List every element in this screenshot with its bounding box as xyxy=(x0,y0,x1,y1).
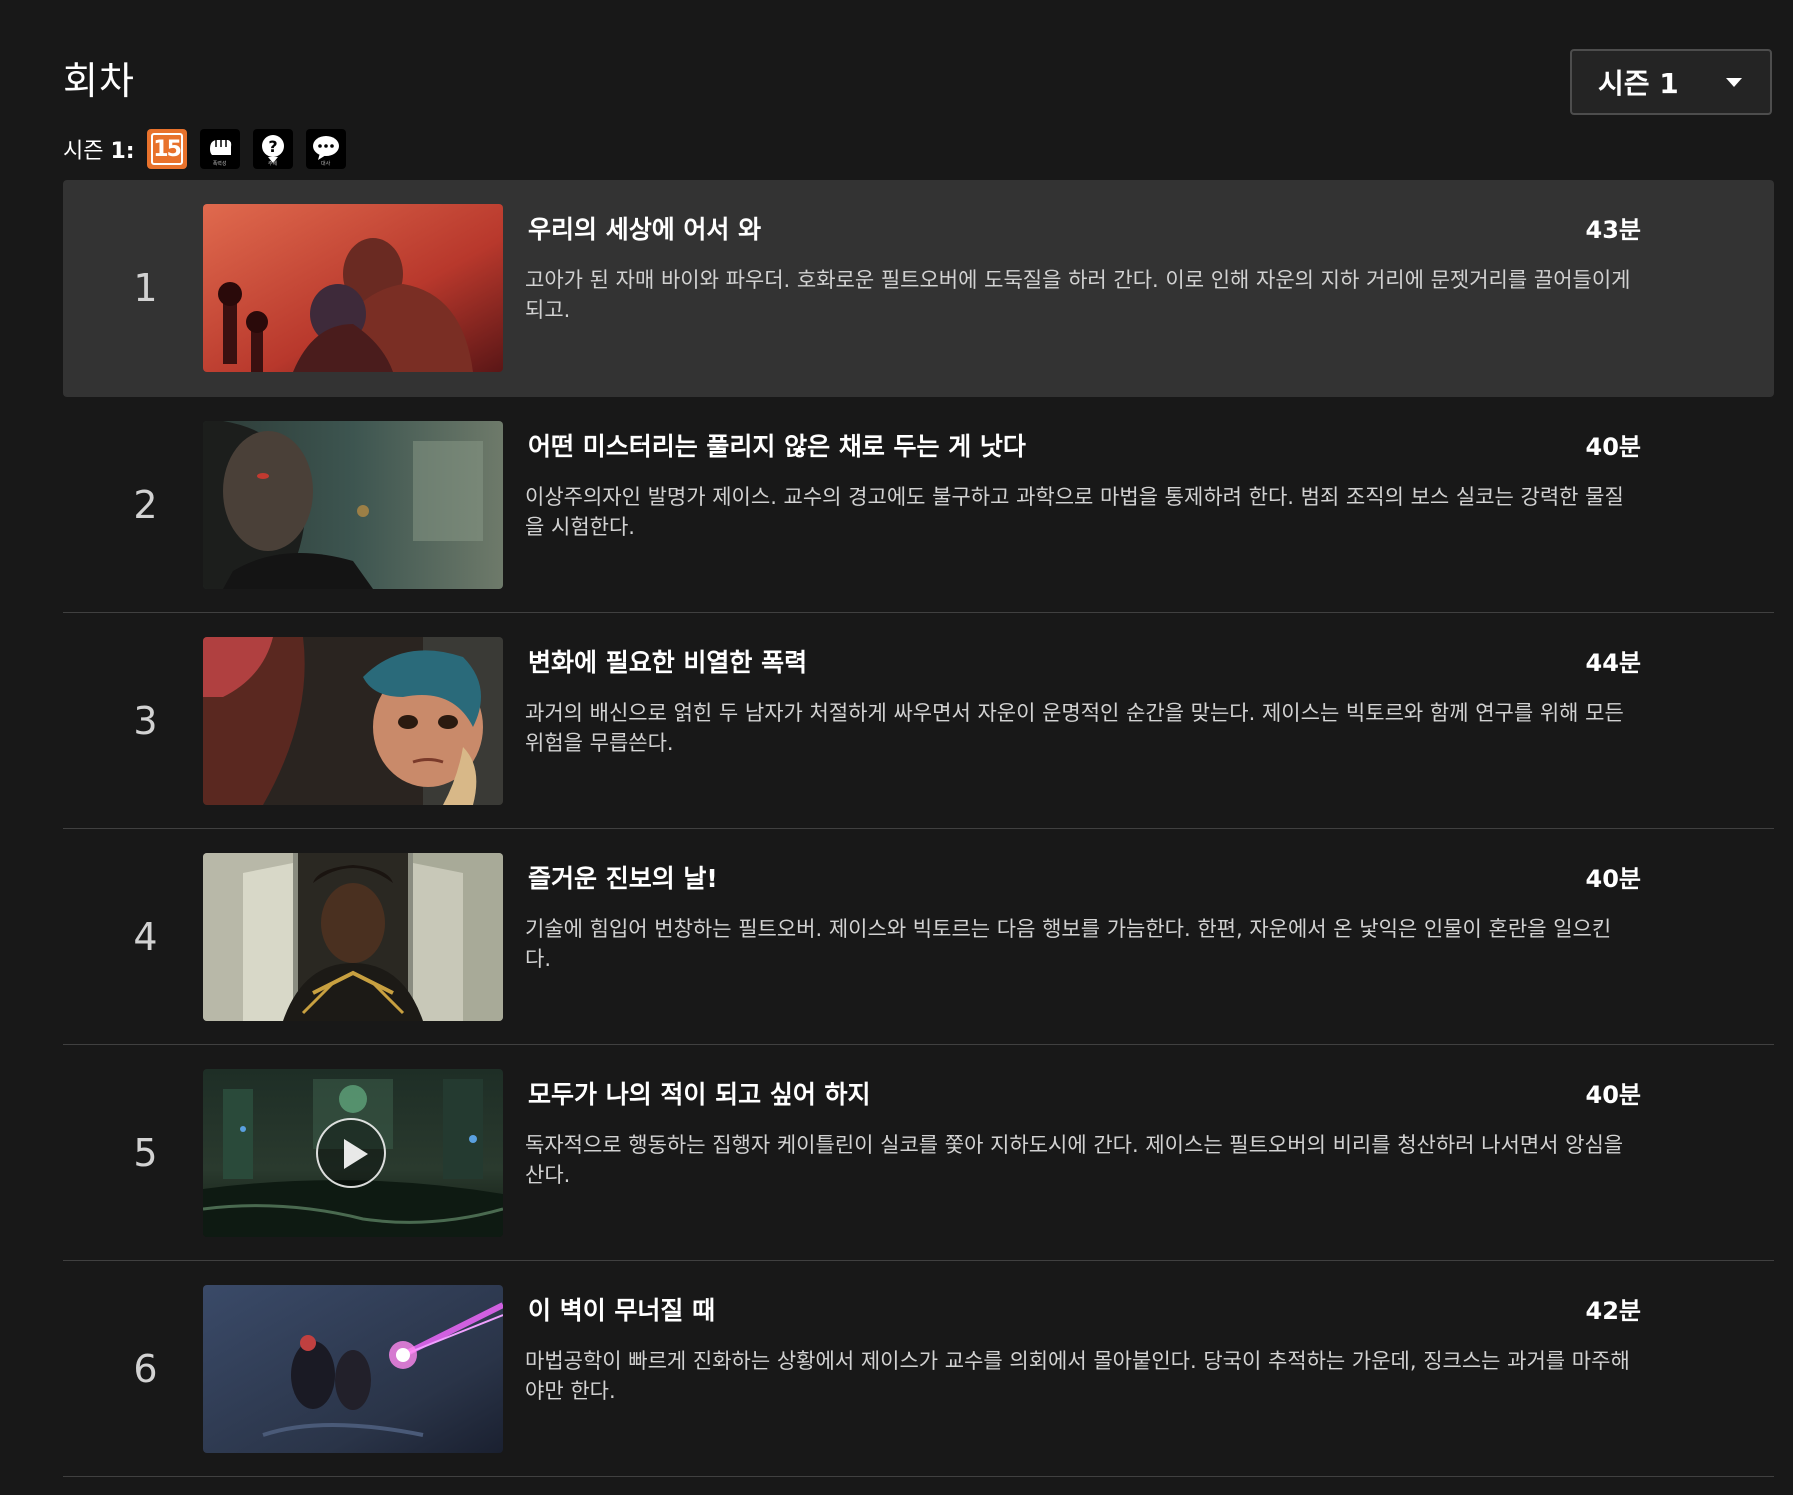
violence-caption: 폭력성 xyxy=(212,161,227,167)
episode-item[interactable]: 2 어떤 미스터리는 풀리지 않은 채로 두는 게 낫다 40분 이상주의자인 … xyxy=(63,397,1774,613)
episode-duration: 43분 xyxy=(1585,216,1641,244)
episode-thumbnail[interactable] xyxy=(203,1069,503,1237)
episode-duration: 42분 xyxy=(1585,1297,1641,1325)
episode-description: 고아가 된 자매 바이와 파우더. 호화로운 필트오버에 도둑질을 하러 간다.… xyxy=(525,268,1631,322)
episode-title: 즐거운 진보의 날! xyxy=(528,864,718,893)
theme-caption: 주제 xyxy=(267,161,278,167)
episode-item[interactable]: 5 모두가 나의 적이 되고 싶어 하지 40분 독자적으로 행동하는 집행자 … xyxy=(63,1045,1774,1261)
episode-thumbnail[interactable] xyxy=(203,421,503,589)
episode-duration: 40분 xyxy=(1585,433,1641,461)
episode-title: 변화에 필요한 비열한 폭력 xyxy=(528,648,808,677)
episode-item[interactable]: 1 우리의 세상에 어서 와 43분 고아가 된 자매 바이와 파우더. 호화로… xyxy=(63,180,1774,397)
rating-season-label: 시즌 1: xyxy=(63,133,135,165)
episode-title: 우리의 세상에 어서 와 xyxy=(528,215,762,244)
age-rating-value: 15 xyxy=(153,136,182,162)
episode-duration: 40분 xyxy=(1585,865,1641,893)
dialogue-caption: 대사 xyxy=(320,161,331,167)
episode-title: 모두가 나의 적이 되고 싶어 하지 xyxy=(528,1080,871,1109)
episode-duration: 44분 xyxy=(1585,649,1641,677)
rating-season-word: 시즌 xyxy=(63,139,104,164)
theme-question-icon: ? 주제 xyxy=(252,129,293,169)
episode-list: 1 우리의 세상에 어서 와 43분 고아가 된 자매 바이와 파우더. 호화로… xyxy=(63,180,1774,1477)
violence-fist-icon: 폭력성 xyxy=(199,129,240,169)
episode-thumbnail[interactable] xyxy=(203,1285,503,1453)
episode-thumbnail[interactable] xyxy=(203,204,503,372)
svg-text:?: ? xyxy=(268,137,277,156)
episode-description: 기술에 힘입어 번창하는 필트오버. 제이스와 빅토르는 다음 행보를 가늠한다… xyxy=(525,917,1612,971)
episode-item[interactable]: 6 이 벽이 무너질 때 42분 마법공학이 빠르게 진화하는 상황에서 제이스… xyxy=(63,1261,1774,1477)
section-title: 회차 xyxy=(63,59,135,103)
episode-title: 어떤 미스터리는 풀리지 않은 채로 두는 게 낫다 xyxy=(528,432,1026,461)
content-rating: 시즌 1: 15 폭력성 ? 주제 대사 xyxy=(63,128,359,170)
episode-title: 이 벽이 무너질 때 xyxy=(528,1296,716,1325)
season-dropdown-label: 시즌 1 xyxy=(1598,67,1679,100)
episodes-page: 회차 시즌 1 시즌 1: 15 폭력성 ? 주제 대사 1 우리의 세상에 어… xyxy=(0,0,1793,1495)
episode-description: 과거의 배신으로 얽힌 두 남자가 처절하게 싸우면서 자운이 운명적인 순간을… xyxy=(525,701,1624,755)
rating-season-number: 1: xyxy=(110,139,135,164)
episode-item[interactable]: 3 변화에 필요한 비열한 폭력 44분 과거의 배신으로 얽힌 두 남자가 처 xyxy=(63,613,1774,829)
dialogue-speech-icon: 대사 xyxy=(305,129,346,169)
play-icon[interactable] xyxy=(316,1118,386,1188)
episode-description: 이상주의자인 발명가 제이스. 교수의 경고에도 불구하고 과학으로 마법을 통… xyxy=(525,485,1624,539)
age-rating-badge: 15 xyxy=(146,129,187,169)
episode-description: 독자적으로 행동하는 집행자 케이틀린이 실코를 쫓아 지하도시에 간다. 제이… xyxy=(525,1133,1624,1187)
caret-down-icon xyxy=(1726,78,1742,87)
episode-thumbnail[interactable] xyxy=(203,853,503,1021)
episode-description: 마법공학이 빠르게 진화하는 상황에서 제이스가 교수를 의회에서 몰아붙인다.… xyxy=(525,1349,1630,1403)
episode-duration: 40분 xyxy=(1585,1081,1641,1109)
episode-thumbnail[interactable] xyxy=(203,637,503,805)
season-dropdown[interactable]: 시즌 1 xyxy=(1570,49,1772,115)
episode-item[interactable]: 4 즐거운 진보의 날! 40분 기술에 힘입어 번창하는 필트오버. 제이스와… xyxy=(63,829,1774,1045)
